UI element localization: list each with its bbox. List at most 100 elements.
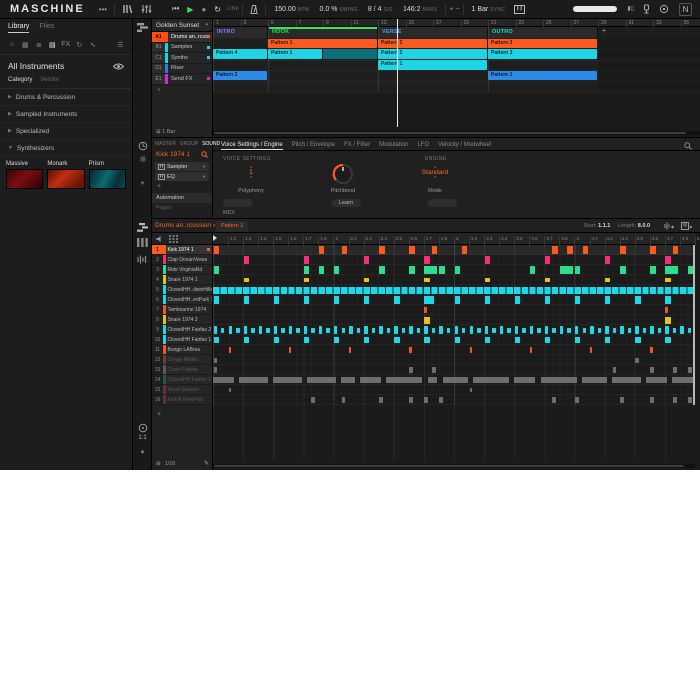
- note-lane-13[interactable]: [213, 365, 695, 375]
- note-segment[interactable]: [672, 377, 694, 383]
- note[interactable]: [605, 277, 611, 283]
- note[interactable]: [424, 397, 429, 403]
- pattern-clip[interactable]: Pattern 2: [378, 38, 487, 48]
- swing-value[interactable]: 0.0 %: [319, 6, 337, 13]
- audition-speaker-icon[interactable]: [156, 235, 164, 243]
- plugin-tab-lfo[interactable]: LFO: [417, 142, 429, 150]
- note[interactable]: [620, 397, 624, 403]
- note[interactable]: [349, 325, 353, 335]
- quantize-value[interactable]: 1:1: [133, 435, 152, 441]
- note[interactable]: [454, 266, 460, 274]
- note[interactable]: [228, 325, 232, 335]
- note[interactable]: [243, 277, 249, 283]
- pattern-group-selector[interactable]: Drums an..rcussion ▾: [155, 222, 215, 229]
- note[interactable]: [431, 327, 436, 333]
- arranger-grid-setting[interactable]: ⊞ 1 Bar: [156, 129, 175, 135]
- projects-icon[interactable]: ⌂: [6, 39, 18, 50]
- note[interactable]: [687, 367, 692, 373]
- note[interactable]: [228, 388, 231, 392]
- note-lane-16[interactable]: [213, 395, 695, 405]
- note-segment[interactable]: [612, 377, 641, 383]
- add-plugin-button[interactable]: +: [157, 183, 207, 190]
- note[interactable]: [326, 327, 330, 333]
- user-content-icon[interactable]: ☰: [115, 39, 127, 50]
- note[interactable]: [672, 397, 677, 403]
- note[interactable]: [424, 256, 430, 264]
- note[interactable]: [228, 347, 231, 353]
- grid-hscrollbar[interactable]: [213, 464, 695, 468]
- note[interactable]: [364, 325, 368, 335]
- note[interactable]: [680, 325, 684, 335]
- note[interactable]: [469, 347, 472, 353]
- note-segment[interactable]: [341, 377, 355, 383]
- note[interactable]: [620, 246, 626, 254]
- sound-row-16[interactable]: 16 Kick A ViewPark: [152, 395, 212, 405]
- note-lane-15[interactable]: [213, 385, 695, 395]
- overflow-menu-icon[interactable]: •••: [99, 0, 107, 19]
- note[interactable]: [424, 325, 428, 335]
- note-segment[interactable]: [646, 377, 668, 383]
- group-row-e1[interactable]: E1 Send FX: [152, 74, 212, 85]
- song-position-value[interactable]: 146:2: [403, 6, 421, 13]
- restart-button[interactable]: ⏮: [172, 4, 179, 14]
- note[interactable]: [665, 316, 671, 324]
- note[interactable]: [642, 327, 647, 333]
- note[interactable]: [484, 337, 490, 343]
- note[interactable]: [484, 325, 489, 335]
- sound-row-14[interactable]: 14 ClosedHH Fairfax 2: [152, 375, 212, 385]
- sound-row-4[interactable]: 4 Snare 1974 1: [152, 275, 212, 285]
- note-lane-6[interactable]: [213, 295, 695, 305]
- note[interactable]: [213, 357, 218, 363]
- note[interactable]: [303, 266, 310, 274]
- note[interactable]: [687, 397, 692, 403]
- scroll-thumb[interactable]: [214, 132, 686, 134]
- sound-row-8[interactable]: 8 Snare 1974 3: [152, 315, 212, 325]
- note-segment[interactable]: [540, 377, 577, 383]
- note[interactable]: [552, 327, 556, 333]
- note[interactable]: [379, 325, 383, 335]
- note-lane-9[interactable]: [213, 325, 695, 335]
- section-verse[interactable]: VERSE: [378, 27, 488, 38]
- note[interactable]: [567, 246, 573, 254]
- note-lane-1[interactable]: [213, 245, 695, 255]
- project-selector[interactable]: Golden Sunset ▾: [152, 19, 212, 32]
- note[interactable]: [409, 266, 415, 274]
- note[interactable]: [635, 296, 641, 304]
- group-row-b1[interactable]: B1 Samples: [152, 42, 212, 53]
- note-segment[interactable]: [472, 377, 509, 383]
- note[interactable]: [514, 325, 519, 335]
- note[interactable]: [213, 325, 217, 335]
- pattern-clip[interactable]: Pattern 1: [378, 60, 487, 70]
- note[interactable]: [635, 357, 640, 363]
- note[interactable]: [431, 367, 436, 373]
- plugin-slot-eq[interactable]: EQ ▼: [155, 172, 209, 181]
- category-drums-percussion[interactable]: ▶ Drums & Percussion: [0, 89, 132, 106]
- note[interactable]: [334, 325, 338, 335]
- note-grid[interactable]: [213, 245, 695, 405]
- step-view-icon[interactable]: [133, 238, 152, 247]
- note[interactable]: [334, 337, 340, 343]
- note[interactable]: [529, 347, 533, 353]
- note[interactable]: [597, 327, 602, 333]
- note[interactable]: [605, 337, 611, 343]
- note[interactable]: [672, 246, 679, 254]
- pattern-clip[interactable]: [323, 49, 377, 59]
- add-sound-button[interactable]: +: [157, 411, 161, 418]
- section-intro[interactable]: INTRO: [213, 27, 268, 38]
- play-button[interactable]: ▶: [187, 5, 193, 14]
- note[interactable]: [243, 337, 249, 343]
- note-segment[interactable]: [427, 377, 438, 383]
- minus-button[interactable]: −: [455, 6, 459, 13]
- pattern-clip[interactable]: Pattern 1: [488, 70, 597, 81]
- sampler-view-icon[interactable]: [133, 255, 152, 264]
- sound-row-1[interactable]: 1 Kick 1974 1: [152, 245, 212, 255]
- link-label[interactable]: LINK: [227, 6, 239, 12]
- note[interactable]: [318, 246, 325, 254]
- note-lane-14[interactable]: [213, 375, 695, 385]
- oneshots-icon[interactable]: ∿: [87, 39, 99, 50]
- product-tile-massive[interactable]: Massive: [6, 161, 44, 189]
- polyphony-stepper[interactable]: ▲ 1 ▼: [241, 165, 261, 179]
- category-sampled-instruments[interactable]: ▶ Sampled Instruments: [0, 106, 132, 123]
- loop-button[interactable]: ↻: [214, 5, 221, 14]
- note[interactable]: [243, 256, 249, 264]
